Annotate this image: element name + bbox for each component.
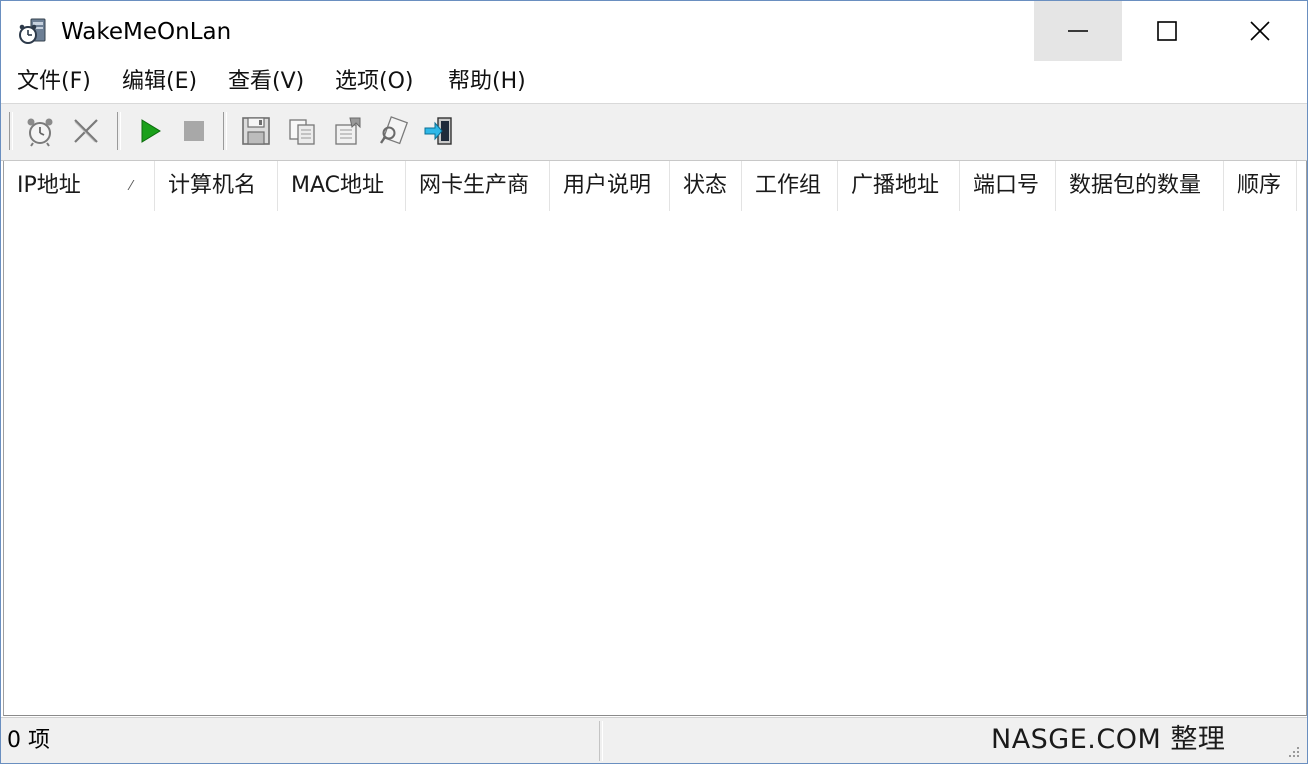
properties-icon [335, 117, 361, 145]
maximize-button[interactable] [1123, 1, 1211, 61]
column-header-workgroup[interactable]: 工作组 [742, 161, 838, 211]
resize-grip-icon[interactable] [1287, 744, 1301, 758]
column-label: 广播地址 [851, 173, 940, 198]
column-header-ip[interactable]: IP地址 ⁄ [4, 161, 155, 211]
app-window: WakeMeOnLan 文件(F) 编辑(E) 查看(V) 选项(O) 帮助(H… [0, 0, 1308, 764]
watermark-text: NASGE.COM 整理 [991, 724, 1226, 755]
properties-button[interactable] [329, 112, 367, 150]
play-icon [141, 119, 161, 143]
sort-ascending-icon: ⁄ [129, 179, 132, 194]
column-header-computer-name[interactable]: 计算机名 [155, 161, 278, 211]
menu-edit[interactable]: 编辑(E) [122, 66, 197, 98]
find-button[interactable] [375, 112, 413, 150]
delete-x-icon [74, 119, 98, 143]
menu-file[interactable]: 文件(F) [17, 66, 91, 98]
column-label: 数据包的数量 [1069, 173, 1202, 198]
column-header-status[interactable]: 状态 [670, 161, 742, 211]
menu-bar: 文件(F) 编辑(E) 查看(V) 选项(O) 帮助(H) [1, 61, 1307, 103]
delete-button[interactable] [67, 112, 105, 150]
toolbar-separator [117, 112, 121, 150]
column-label: 状态 [683, 173, 728, 198]
menu-view[interactable]: 查看(V) [228, 66, 304, 98]
column-label: 端口号 [973, 173, 1040, 198]
column-header-mac[interactable]: MAC地址 [278, 161, 406, 211]
list-body[interactable] [4, 211, 1306, 715]
wake-on-lan-app-icon [17, 17, 49, 47]
column-label: MAC地址 [291, 173, 385, 198]
column-header-port[interactable]: 端口号 [960, 161, 1056, 211]
wake-up-button[interactable] [21, 112, 59, 150]
save-icon [242, 117, 270, 145]
toolbar [1, 103, 1307, 161]
save-button[interactable] [237, 112, 275, 150]
window-title: WakeMeOnLan [61, 19, 232, 45]
column-label: 顺序 [1237, 173, 1282, 198]
menu-help[interactable]: 帮助(H) [448, 66, 526, 98]
column-label: 网卡生产商 [419, 173, 530, 198]
title-bar: WakeMeOnLan [1, 1, 1307, 61]
start-scan-button[interactable] [131, 112, 169, 150]
minimize-button[interactable] [1034, 1, 1122, 61]
copy-button[interactable] [283, 112, 321, 150]
column-label: IP地址 [17, 173, 81, 198]
column-label: 计算机名 [168, 173, 257, 198]
menu-options[interactable]: 选项(O) [335, 66, 413, 98]
column-label: 用户说明 [563, 173, 652, 198]
exit-button[interactable] [421, 112, 459, 150]
find-icon [380, 116, 409, 145]
toolbar-separator [9, 112, 13, 150]
close-icon [1250, 21, 1270, 41]
toolbar-separator [223, 112, 227, 150]
item-count: 0 项 [7, 728, 50, 753]
column-header-broadcast[interactable]: 广播地址 [838, 161, 960, 211]
alarm-clock-icon [27, 118, 53, 147]
column-header-order[interactable]: 顺序 [1224, 161, 1297, 211]
stop-icon [184, 121, 204, 141]
minimize-icon [1068, 30, 1088, 32]
maximize-icon [1157, 21, 1177, 41]
list-header: IP地址 ⁄ 计算机名 MAC地址 网卡生产商 用户说明 状态 工作组 广播地址… [4, 161, 1306, 212]
column-label: 工作组 [755, 173, 822, 198]
status-bar: 0 项 NASGE.COM 整理 [1, 717, 1307, 763]
stop-scan-button[interactable] [175, 112, 213, 150]
column-header-user-text[interactable]: 用户说明 [550, 161, 670, 211]
exit-icon [424, 117, 452, 145]
column-header-packets[interactable]: 数据包的数量 [1056, 161, 1224, 211]
column-header-vendor[interactable]: 网卡生产商 [406, 161, 550, 211]
device-list[interactable]: IP地址 ⁄ 计算机名 MAC地址 网卡生产商 用户说明 状态 工作组 广播地址… [3, 161, 1307, 716]
close-button[interactable] [1216, 1, 1304, 61]
status-divider [599, 721, 603, 761]
copy-icon [289, 119, 315, 145]
